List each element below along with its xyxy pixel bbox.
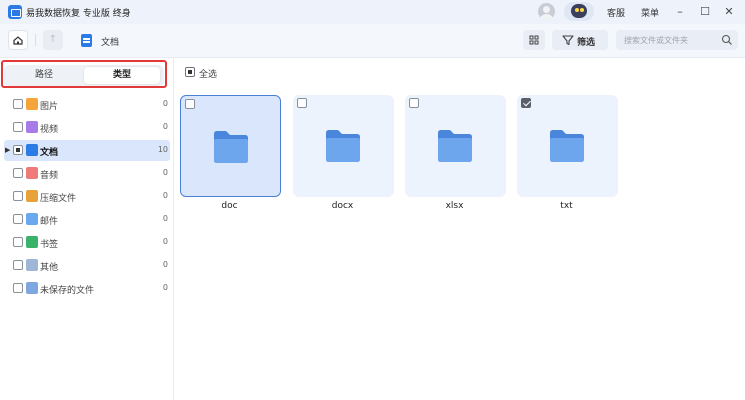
category-count: 10 [157,145,168,154]
home-button[interactable] [8,30,28,50]
category-archives[interactable]: 压缩文件 0 [4,186,170,207]
view-toggle-button[interactable] [523,30,545,50]
search-box[interactable] [616,30,738,50]
search-icon[interactable] [721,34,733,46]
category-label: 书签 [40,240,59,250]
card-checkbox[interactable] [185,99,195,109]
toolbar: ↑ 文档 筛选 [0,24,745,58]
document-icon [26,144,38,156]
close-icon[interactable]: ✕ [721,4,737,20]
user-avatar[interactable] [538,3,555,20]
app-title: 易我数据恢复 专业版 终身 [26,9,131,19]
card-checkbox[interactable] [409,98,419,108]
card-checkbox[interactable] [521,98,531,108]
document-icon [81,34,92,47]
folder-card-doc[interactable] [180,95,281,197]
folder-name: docx [331,201,354,211]
category-label: 文档 [40,148,59,158]
category-checkbox[interactable] [13,237,23,247]
folder-icon [550,130,584,162]
category-count: 0 [162,214,168,223]
category-label: 邮件 [40,217,59,227]
home-icon [13,36,23,45]
category-count: 0 [162,191,168,200]
category-checkbox[interactable] [13,260,23,270]
app-logo-icon [8,5,22,19]
filter-label: 筛选 [577,38,596,48]
category-count: 0 [162,122,168,131]
card-checkbox[interactable] [297,98,307,108]
folder-icon [438,130,472,162]
category-checkbox[interactable] [13,99,23,109]
category-label: 其他 [40,263,59,273]
folder-icon [26,259,38,271]
sidebar: 路径 类型 图片 0 视频 0 ▶ 文档 10 音频 0 压缩文件 0 邮件 0 [0,58,174,400]
category-audio[interactable]: 音频 0 [4,163,170,184]
category-count: 0 [162,260,168,269]
category-count: 0 [162,99,168,108]
category-label: 音频 [40,171,59,181]
category-bookmarks[interactable]: 书签 0 [4,232,170,253]
audio-icon [26,167,38,179]
category-count: 0 [162,168,168,177]
grid-icon [529,35,539,45]
category-images[interactable]: 图片 0 [4,94,170,115]
category-checkbox[interactable] [13,122,23,132]
up-folder-button[interactable]: ↑ [43,30,63,50]
email-icon [26,213,38,225]
folder-icon [214,131,248,163]
category-documents[interactable]: ▶ 文档 10 [4,140,170,161]
toolbar-divider [35,34,36,46]
category-email[interactable]: 邮件 0 [4,209,170,230]
tab-switch: 路径 类型 [4,65,164,86]
category-label: 图片 [40,102,59,112]
category-other[interactable]: 其他 0 [4,255,170,276]
folder-card-docx[interactable] [293,95,394,197]
maximize-icon[interactable]: ☐ [697,4,713,20]
folder-icon [326,130,360,162]
unsaved-file-icon [26,282,38,294]
tab-path[interactable]: 路径 [6,67,82,84]
tab-type[interactable]: 类型 [84,67,160,84]
menu-button[interactable]: 菜单 [641,6,659,19]
minimize-icon[interactable]: – [672,4,688,20]
support-button[interactable]: 客服 [607,6,625,19]
category-videos[interactable]: 视频 0 [4,117,170,138]
category-label: 视频 [40,125,59,135]
archive-icon [26,190,38,202]
category-unsaved[interactable]: 未保存的文件 0 [4,278,170,299]
folder-card-xlsx[interactable] [405,95,506,197]
category-checkbox[interactable] [13,191,23,201]
video-icon [26,121,38,133]
category-checkbox[interactable] [13,283,23,293]
assistant-robot-icon[interactable] [564,2,594,21]
category-label: 压缩文件 [40,194,77,204]
category-checkbox[interactable] [13,168,23,178]
image-icon [26,98,38,110]
breadcrumb[interactable]: 文档 [101,35,119,48]
search-input[interactable] [624,33,720,47]
category-checkbox[interactable] [13,145,23,155]
folder-name: txt [560,201,573,211]
filter-button[interactable]: 筛选 [552,30,608,50]
bookmark-icon [26,236,38,248]
category-label: 未保存的文件 [40,286,95,296]
select-all-checkbox[interactable] [185,67,195,77]
expand-caret-icon[interactable]: ▶ [5,146,10,154]
folder-name: xlsx [445,201,464,211]
category-checkbox[interactable] [13,214,23,224]
category-count: 0 [162,237,168,246]
folder-card-txt[interactable] [517,95,618,197]
title-bar: 易我数据恢复 专业版 终身 客服 菜单 – ☐ ✕ [0,0,745,24]
filter-icon [562,35,574,46]
arrow-up-icon: ↑ [48,34,58,45]
folder-name: doc [221,201,238,211]
select-all-label[interactable]: 全选 [199,67,217,80]
category-count: 0 [162,283,168,292]
